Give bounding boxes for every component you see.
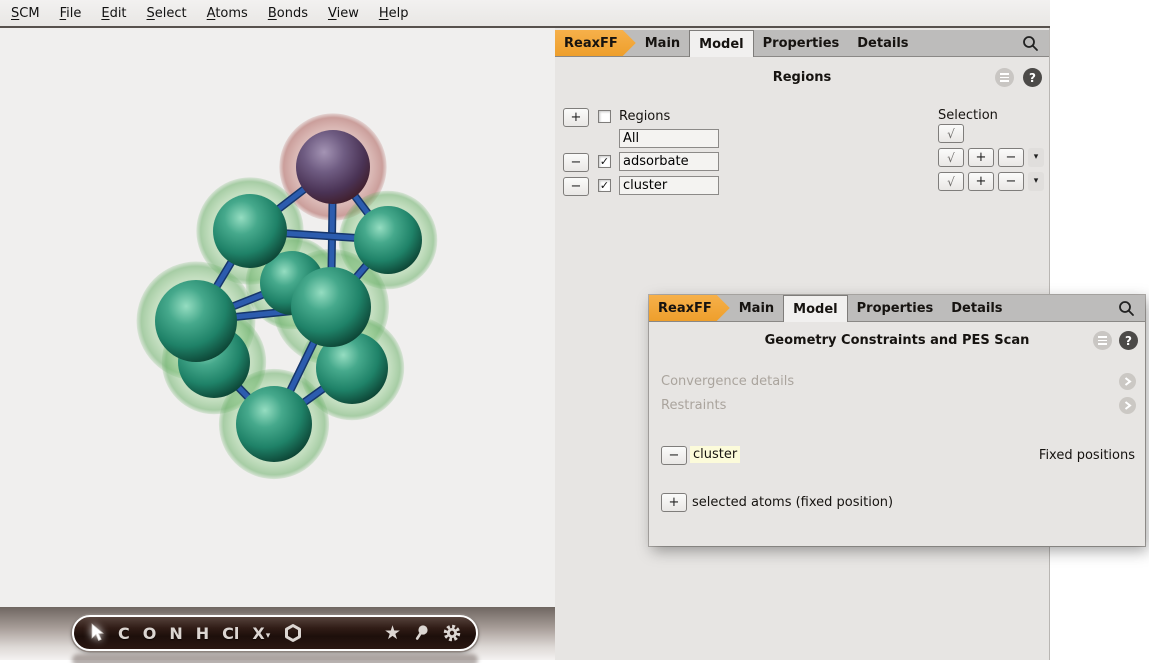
select-all-region-button[interactable]: √	[938, 124, 964, 143]
menu-help[interactable]: Help	[376, 4, 412, 23]
chevron-down-icon: ▾	[1034, 153, 1039, 162]
tab-properties[interactable]: Properties	[754, 30, 849, 56]
select-region-button-cluster[interactable]: √	[938, 172, 964, 191]
remove-region-button-cluster[interactable]: −	[563, 177, 589, 196]
region-visible-checkbox-cluster[interactable]: ✓	[598, 179, 611, 192]
element-n-button[interactable]: N	[169, 624, 182, 643]
remove-constraint-button[interactable]: −	[661, 446, 687, 465]
atom-green[interactable]	[291, 267, 371, 347]
menu-bonds[interactable]: Bonds	[265, 4, 311, 23]
menu-scm[interactable]: SCM	[8, 4, 43, 23]
region-name-input-adsorbate[interactable]	[619, 152, 719, 171]
tab-reaxff[interactable]: ReaxFF	[649, 295, 730, 321]
tab-label: ReaxFF	[658, 301, 712, 316]
element-x-label: X	[252, 624, 264, 643]
tab-label: Model	[793, 302, 837, 317]
region-visible-checkbox-adsorbate[interactable]: ✓	[598, 155, 611, 168]
remove-region-button-adsorbate[interactable]: −	[563, 153, 589, 172]
constraints-panel: ReaxFF Main Model Properties Details Geo…	[649, 295, 1145, 546]
tab-label: Details	[857, 36, 908, 51]
ring-tool-icon[interactable]	[283, 623, 303, 643]
tab-label: Properties	[763, 36, 840, 51]
panel-title: Geometry Constraints and PES Scan	[649, 333, 1145, 348]
chevron-down-icon: ▾	[1034, 177, 1039, 186]
search-icon[interactable]	[1108, 295, 1145, 321]
tab-details[interactable]: Details	[942, 295, 1011, 321]
atom-green[interactable]	[236, 386, 312, 462]
search-icon[interactable]	[1012, 30, 1049, 56]
element-o-button[interactable]: O	[143, 624, 157, 643]
menu-bar: SCM File Edit Select Atoms Bonds View He…	[0, 0, 1050, 28]
menu-edit[interactable]: Edit	[98, 4, 129, 23]
selection-column-label: Selection	[938, 108, 998, 123]
add-constraint-label: selected atoms (fixed position)	[692, 495, 893, 510]
add-to-region-button-adsorbate[interactable]: +	[968, 148, 994, 167]
help-icon[interactable]: ?	[1023, 68, 1042, 87]
tab-model[interactable]: Model	[783, 295, 847, 322]
region-options-dropdown-adsorbate[interactable]: ▾	[1028, 148, 1044, 167]
panel-menu-icon[interactable]	[1093, 331, 1112, 350]
add-to-region-button-cluster[interactable]: +	[968, 172, 994, 191]
help-icon[interactable]: ?	[1119, 331, 1138, 350]
atom-green[interactable]	[155, 280, 237, 362]
atom-purple[interactable]	[296, 130, 370, 204]
region-options-dropdown-cluster[interactable]: ▾	[1028, 172, 1044, 191]
select-cursor-icon[interactable]	[90, 623, 105, 643]
panel-title: Regions	[555, 70, 1049, 85]
tab-reaxff[interactable]: ReaxFF	[555, 30, 636, 56]
tab-main[interactable]: Main	[636, 30, 689, 56]
tab-label: Details	[951, 301, 1002, 316]
element-x-dropdown[interactable]: X ▾	[252, 624, 270, 643]
expand-chevron-icon	[1119, 397, 1136, 414]
tab-main[interactable]: Main	[730, 295, 783, 321]
app-window: SCM File Edit Select Atoms Bonds View He…	[0, 0, 1149, 663]
chevron-down-icon: ▾	[266, 631, 271, 641]
constraint-region-value[interactable]: cluster	[690, 446, 740, 463]
region-name-input-all[interactable]	[619, 129, 719, 148]
atom-green[interactable]	[354, 206, 422, 274]
tab-label: Main	[645, 36, 680, 51]
pin-tool-icon[interactable]	[414, 624, 429, 642]
remove-from-region-button-cluster[interactable]: −	[998, 172, 1024, 191]
tab-label: Model	[699, 37, 743, 52]
remove-from-region-button-adsorbate[interactable]: −	[998, 148, 1024, 167]
regions-column-label: Regions	[619, 109, 670, 124]
tab-bar: ReaxFF Main Model Properties Details	[555, 30, 1049, 57]
tab-bar: ReaxFF Main Model Properties Details	[649, 295, 1145, 322]
molecule-canvas[interactable]	[0, 28, 555, 660]
element-c-button[interactable]: C	[118, 624, 130, 643]
element-toolbar: C O N H Cl X ▾ ★	[72, 615, 478, 651]
select-region-button-adsorbate[interactable]: √	[938, 148, 964, 167]
molecule-viewer[interactable]: C O N H Cl X ▾ ★	[0, 28, 555, 660]
toolbar-reflection	[72, 654, 478, 663]
constraint-type-dropdown[interactable]: Fixed positions	[1039, 448, 1135, 463]
element-h-button[interactable]: H	[196, 624, 209, 643]
tab-model[interactable]: Model	[689, 30, 753, 57]
add-constraint-button[interactable]: +	[661, 493, 687, 512]
expand-chevron-icon	[1119, 373, 1136, 390]
panel-menu-icon[interactable]	[995, 68, 1014, 87]
menu-select[interactable]: Select	[144, 4, 190, 23]
structures-star-icon[interactable]: ★	[384, 622, 401, 644]
tab-label: Properties	[857, 301, 934, 316]
convergence-details-link: Convergence details	[661, 374, 794, 389]
tab-details[interactable]: Details	[848, 30, 917, 56]
gear-icon[interactable]	[442, 623, 462, 643]
regions-master-checkbox[interactable]	[598, 110, 611, 123]
atom-green[interactable]	[213, 194, 287, 268]
menu-atoms[interactable]: Atoms	[204, 4, 251, 23]
region-name-input-cluster[interactable]	[619, 176, 719, 195]
tab-label: ReaxFF	[564, 36, 618, 51]
tab-properties[interactable]: Properties	[848, 295, 943, 321]
element-cl-button[interactable]: Cl	[222, 624, 239, 643]
add-region-button[interactable]: +	[563, 108, 589, 127]
tab-label: Main	[739, 301, 774, 316]
menu-view[interactable]: View	[325, 4, 362, 23]
menu-file[interactable]: File	[57, 4, 85, 23]
restraints-link: Restraints	[661, 398, 726, 413]
